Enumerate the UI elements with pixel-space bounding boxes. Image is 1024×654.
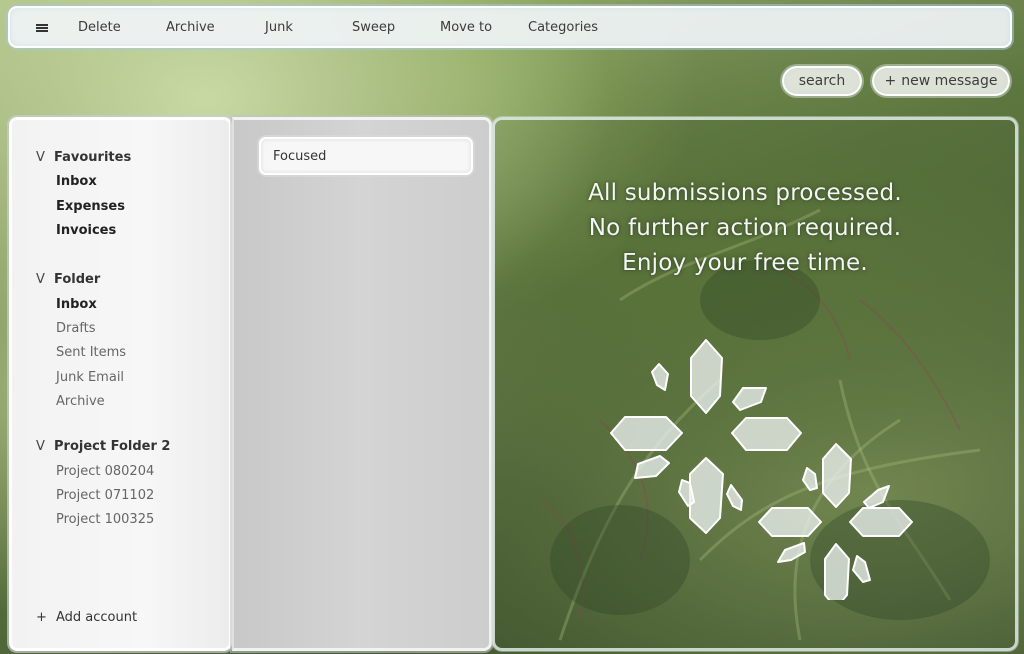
search-label: search: [798, 73, 846, 89]
sidebar-item-archive[interactable]: Archive: [56, 394, 105, 409]
hamburger-icon[interactable]: [36, 24, 48, 32]
sidebar-item-project-080204[interactable]: Project 080204: [56, 464, 154, 479]
group-header-folder[interactable]: V Folder: [36, 272, 100, 287]
move-to-button[interactable]: Move to: [440, 20, 492, 35]
sidebar-item-favourites-inbox[interactable]: Inbox: [56, 174, 97, 189]
group-header-project-folder-2[interactable]: V Project Folder 2: [36, 439, 170, 454]
group-title: Favourites: [54, 150, 132, 165]
group-header-favourites[interactable]: V Favourites: [36, 150, 131, 165]
plus-icon: +: [884, 73, 897, 89]
new-message-button[interactable]: + new message: [872, 66, 1010, 96]
chevron-down-icon: V: [36, 439, 45, 454]
empty-state-message: All submissions processed. No further ac…: [495, 176, 995, 281]
sweep-button[interactable]: Sweep: [352, 20, 395, 35]
message-line: All submissions processed.: [588, 180, 902, 206]
folder-sidebar: V Favourites Inbox Expenses Invoices V Fol…: [9, 117, 232, 651]
sidebar-item-drafts[interactable]: Drafts: [56, 321, 96, 336]
sidebar-item-inbox[interactable]: Inbox: [56, 297, 97, 312]
group-title: Project Folder 2: [54, 439, 171, 454]
plus-icon: +: [36, 610, 47, 625]
categories-button[interactable]: Categories: [528, 20, 598, 35]
add-account-button[interactable]: + Add account: [36, 610, 137, 625]
add-account-label: Add account: [56, 610, 138, 625]
search-button[interactable]: search: [782, 66, 862, 96]
archive-button[interactable]: Archive: [166, 20, 215, 35]
group-title: Folder: [54, 272, 101, 287]
tab-focused[interactable]: Focused: [259, 137, 473, 175]
message-list: Focused: [232, 117, 492, 651]
chevron-down-icon: V: [36, 150, 45, 165]
sidebar-item-invoices[interactable]: Invoices: [56, 223, 116, 238]
sidebar-item-junk-email[interactable]: Junk Email: [56, 370, 124, 385]
chevron-down-icon: V: [36, 272, 45, 287]
sidebar-item-project-100325[interactable]: Project 100325: [56, 512, 154, 527]
sidebar-item-project-071102[interactable]: Project 071102: [56, 488, 154, 503]
message-line: Enjoy your free time.: [622, 250, 868, 276]
toolbar: Delete Archive Junk Sweep Move to Catego…: [8, 6, 1012, 48]
crystal-cluster-illustration: [610, 339, 913, 600]
new-message-label: new message: [901, 73, 998, 89]
delete-button[interactable]: Delete: [78, 20, 121, 35]
junk-button[interactable]: Junk: [265, 20, 293, 35]
reading-pane: All submissions processed. No further ac…: [492, 117, 1018, 651]
sidebar-item-expenses[interactable]: Expenses: [56, 199, 125, 214]
message-line: No further action required.: [588, 215, 902, 241]
sidebar-item-sent-items[interactable]: Sent Items: [56, 345, 126, 360]
